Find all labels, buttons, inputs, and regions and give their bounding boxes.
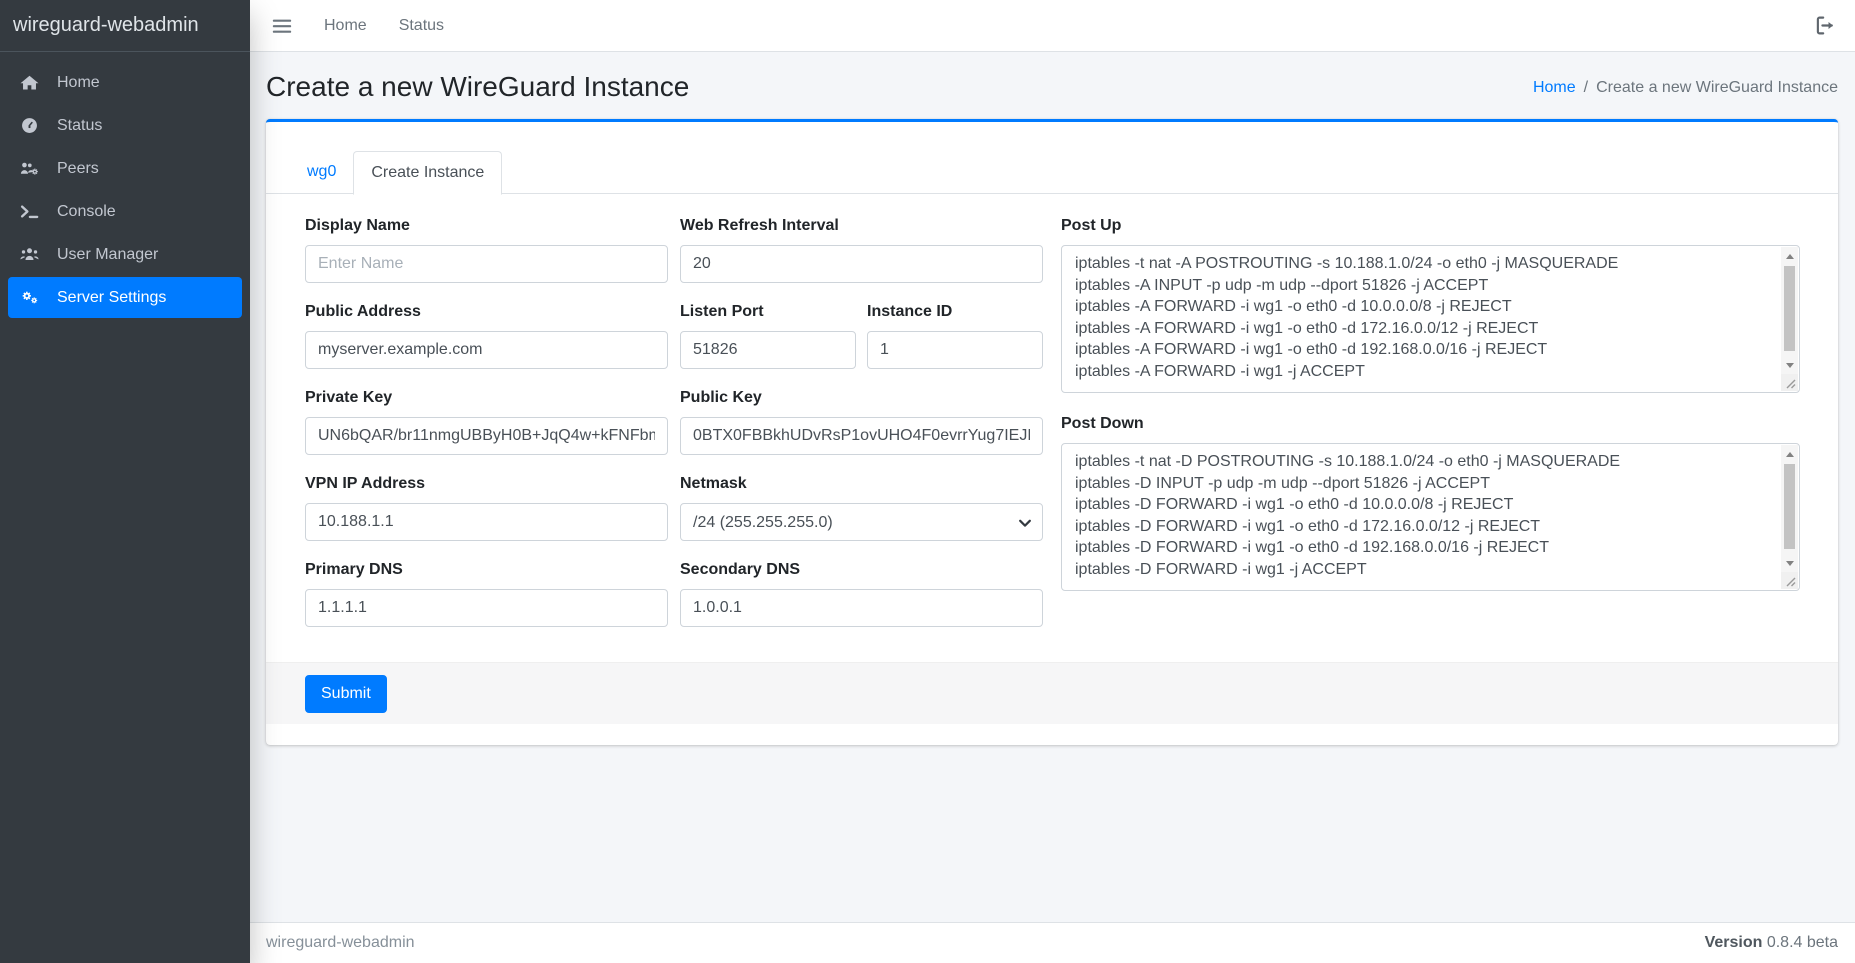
sidebar: wireguard-webadmin Home Status Peers [0, 0, 250, 963]
sidebar-item-label: Server Settings [57, 289, 166, 307]
logout-icon[interactable] [1813, 14, 1837, 38]
vpn-ip-group: VPN IP Address [305, 473, 668, 541]
scrollbar-thumb[interactable] [1784, 266, 1795, 351]
terminal-icon [20, 203, 47, 221]
sidebar-item-console[interactable]: Console [8, 191, 242, 232]
resize-grip-icon[interactable] [1781, 572, 1798, 589]
instance-tabs: wg0 Create Instance [290, 151, 502, 195]
netmask-label: Netmask [680, 473, 1043, 495]
scroll-up-icon[interactable] [1781, 249, 1798, 263]
public-key-label: Public Key [680, 387, 1043, 409]
netmask-group: Netmask /24 (255.255.255.0) [680, 473, 1043, 541]
breadcrumb: Home / Create a new WireGuard Instance [1533, 79, 1838, 97]
tab-create-instance[interactable]: Create Instance [353, 151, 502, 195]
post-up-text: iptables -t nat -A POSTROUTING -s 10.188… [1075, 253, 1775, 390]
web-refresh-group: Web Refresh Interval [680, 215, 1043, 283]
home-icon [20, 74, 47, 92]
post-up-textarea[interactable]: iptables -t nat -A POSTROUTING -s 10.188… [1061, 245, 1800, 393]
post-up-scrollbar[interactable] [1781, 247, 1798, 391]
private-key-label: Private Key [305, 387, 668, 409]
top-navbar: Home Status [250, 0, 1855, 52]
sidebar-item-home[interactable]: Home [8, 62, 242, 103]
sidebar-item-label: Status [57, 117, 102, 135]
sidebar-item-label: User Manager [57, 246, 158, 264]
sidebar-item-label: Peers [57, 160, 99, 178]
sidebar-item-server-settings[interactable]: Server Settings [8, 277, 242, 318]
post-down-label: Post Down [1061, 413, 1800, 435]
scrollbar-thumb[interactable] [1784, 464, 1795, 549]
scroll-up-icon[interactable] [1781, 447, 1798, 461]
sidebar-item-status[interactable]: Status [8, 105, 242, 146]
private-key-group: Private Key [305, 387, 668, 455]
web-refresh-input[interactable] [680, 245, 1043, 283]
secondary-dns-input[interactable] [680, 589, 1043, 627]
post-down-textarea[interactable]: iptables -t nat -D POSTROUTING -s 10.188… [1061, 443, 1800, 591]
display-name-group: Display Name [305, 215, 668, 283]
sidebar-item-peers[interactable]: Peers [8, 148, 242, 189]
footer-version: Version 0.8.4 beta [1705, 934, 1838, 952]
vpn-ip-input[interactable] [305, 503, 668, 541]
public-address-group: Public Address [305, 301, 668, 369]
display-name-input[interactable] [305, 245, 668, 283]
version-value: 0.8.4 beta [1767, 934, 1838, 951]
app-window: wireguard-webadmin Home Status Peers [0, 0, 1855, 963]
navbar-link-home[interactable]: Home [308, 9, 383, 43]
public-address-label: Public Address [305, 301, 668, 323]
post-up-label: Post Up [1061, 215, 1800, 237]
gears-icon [20, 289, 47, 307]
footer-brand: wireguard-webadmin [266, 934, 415, 952]
sidebar-item-label: Console [57, 203, 116, 221]
post-down-scrollbar[interactable] [1781, 445, 1798, 589]
scroll-down-icon[interactable] [1781, 358, 1798, 372]
gauge-icon [20, 117, 47, 135]
breadcrumb-separator: / [1584, 79, 1588, 97]
card-footer [266, 662, 1838, 724]
secondary-dns-label: Secondary DNS [680, 559, 1043, 581]
users-gear-icon [20, 160, 47, 178]
post-down-group: Post Down iptables -t nat -D POSTROUTING… [1061, 413, 1800, 591]
private-key-input[interactable] [305, 417, 668, 455]
primary-dns-input[interactable] [305, 589, 668, 627]
web-refresh-label: Web Refresh Interval [680, 215, 1043, 237]
resize-grip-icon[interactable] [1781, 374, 1798, 391]
create-instance-card: wg0 Create Instance Display Name Public … [266, 119, 1838, 745]
breadcrumb-current: Create a new WireGuard Instance [1596, 79, 1838, 97]
instance-id-label: Instance ID [867, 301, 1043, 323]
listen-port-label: Listen Port [680, 301, 856, 323]
display-name-label: Display Name [305, 215, 668, 237]
instance-id-input[interactable] [867, 331, 1043, 369]
page-footer: wireguard-webadmin Version 0.8.4 beta [250, 922, 1855, 963]
post-up-group: Post Up iptables -t nat -A POSTROUTING -… [1061, 215, 1800, 393]
listen-port-group: Listen Port [680, 301, 856, 369]
public-address-input[interactable] [305, 331, 668, 369]
listen-port-input[interactable] [680, 331, 856, 369]
netmask-select[interactable]: /24 (255.255.255.0) [680, 503, 1043, 541]
public-key-group: Public Key [680, 387, 1043, 455]
tab-wg0[interactable]: wg0 [290, 151, 353, 195]
version-label: Version [1705, 934, 1763, 951]
scroll-down-icon[interactable] [1781, 556, 1798, 570]
instance-id-group: Instance ID [867, 301, 1043, 369]
submit-button[interactable]: Submit [305, 675, 387, 713]
sidebar-item-label: Home [57, 74, 100, 92]
primary-dns-label: Primary DNS [305, 559, 668, 581]
sidebar-nav: Home Status Peers Console [0, 52, 250, 330]
secondary-dns-group: Secondary DNS [680, 559, 1043, 627]
navbar-link-status[interactable]: Status [383, 9, 460, 43]
vpn-ip-label: VPN IP Address [305, 473, 668, 495]
sidebar-item-user-manager[interactable]: User Manager [8, 234, 242, 275]
breadcrumb-home-link[interactable]: Home [1533, 79, 1576, 97]
page-title: Create a new WireGuard Instance [266, 71, 689, 103]
public-key-input[interactable] [680, 417, 1043, 455]
users-icon [20, 246, 47, 264]
brand-title[interactable]: wireguard-webadmin [0, 0, 250, 52]
post-down-text: iptables -t nat -D POSTROUTING -s 10.188… [1075, 451, 1775, 588]
primary-dns-group: Primary DNS [305, 559, 668, 627]
menu-toggle-icon[interactable] [270, 14, 294, 38]
